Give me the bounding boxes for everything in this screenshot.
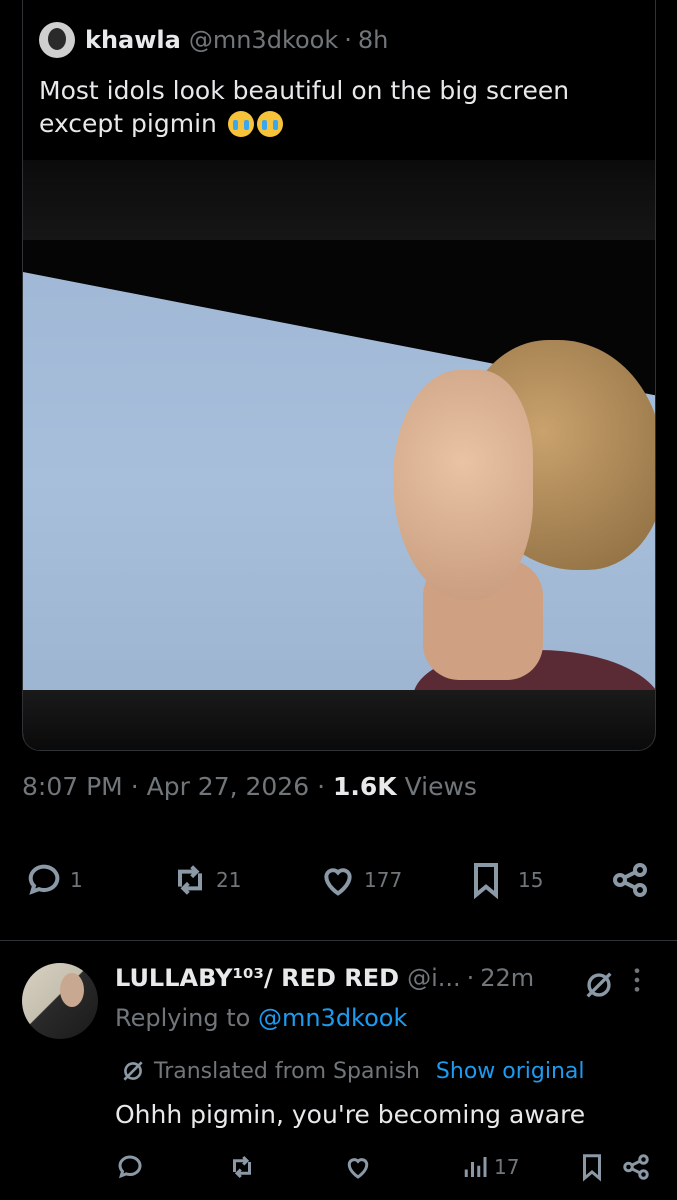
replying-to-label: Replying to <box>115 1004 251 1032</box>
separator-dot: · <box>466 964 475 992</box>
translated-from-label: Translated from Spanish <box>154 1058 420 1084</box>
author-name[interactable]: khawla <box>85 26 181 54</box>
tweet-timestamp[interactable]: 8:07 PM <box>22 772 123 801</box>
share-button[interactable] <box>621 1152 651 1182</box>
grok-icon <box>586 972 612 998</box>
like-button[interactable]: 177 <box>318 860 402 900</box>
reply-author-handle[interactable]: @i... <box>407 964 461 992</box>
reply-view-count: 17 <box>494 1155 520 1179</box>
heart-icon <box>347 1158 369 1179</box>
loudly-crying-emoji-icon <box>227 111 254 137</box>
separator-dot: · <box>317 772 333 801</box>
stage-ceiling <box>23 160 655 240</box>
post-time[interactable]: 8h <box>358 26 388 54</box>
reply-icon <box>118 1155 142 1179</box>
bookmark-count: 15 <box>518 868 544 892</box>
reply-icon <box>28 864 60 895</box>
reply-action-bar: 17 <box>115 1152 655 1188</box>
separator-dot: · <box>344 26 352 54</box>
like-count: 177 <box>364 868 403 892</box>
reply-author-name[interactable]: LULLABY¹⁰³/ RED RED <box>115 964 399 992</box>
translation-notice: Translated from Spanish Show original <box>120 1058 585 1084</box>
repost-button[interactable]: 21 <box>170 860 241 900</box>
more-options-button[interactable] <box>630 966 644 998</box>
quoted-tweet-header: khawla @mn3dkook · 8h <box>39 22 388 58</box>
reply-time[interactable]: 22m <box>480 964 534 992</box>
like-button[interactable] <box>343 1152 373 1182</box>
divider <box>0 940 677 941</box>
avatar[interactable] <box>39 22 75 58</box>
person-on-screen <box>393 340 655 750</box>
reply-avatar[interactable] <box>22 963 98 1039</box>
share-button[interactable] <box>610 860 650 900</box>
bookmark-button[interactable]: 15 <box>466 860 543 900</box>
views-chart-icon <box>464 1157 487 1177</box>
loudly-crying-emoji-icon <box>256 111 283 137</box>
reply-count: 1 <box>70 868 83 892</box>
tweet-media-image[interactable] <box>23 160 655 750</box>
separator-dot: · <box>130 772 147 801</box>
views-count: 1.6K <box>332 772 397 801</box>
tweet-action-bar: 1 21 177 15 <box>22 860 654 904</box>
tweet-text: Most idols look beautiful on the big scr… <box>39 74 639 140</box>
bookmark-icon <box>474 863 498 900</box>
reply-button[interactable]: 1 <box>24 860 83 900</box>
repost-button[interactable] <box>227 1152 257 1182</box>
grok-button[interactable] <box>582 968 616 1006</box>
grok-icon <box>123 1061 143 1081</box>
replying-to: Replying to @mn3dkook <box>115 1004 407 1032</box>
share-icon <box>613 863 647 897</box>
bookmark-icon <box>583 1154 601 1182</box>
repost-icon <box>233 1155 251 1179</box>
views-button[interactable]: 17 <box>460 1152 519 1182</box>
quoted-tweet-card[interactable]: khawla @mn3dkook · 8h Most idols look be… <box>22 0 656 751</box>
repost-icon <box>178 865 202 895</box>
reply-text: Ohhh pigmin, you're becoming aware <box>115 1100 586 1129</box>
show-original-link[interactable]: Show original <box>436 1059 585 1084</box>
tweet-meta: 8:07 PM · Apr 27, 2026 · 1.6K Views <box>22 772 477 801</box>
replying-to-handle[interactable]: @mn3dkook <box>258 1004 407 1032</box>
heart-icon <box>324 868 352 896</box>
share-icon <box>623 1154 649 1180</box>
views-label: Views <box>404 772 477 801</box>
author-handle[interactable]: @mn3dkook <box>189 26 338 54</box>
reply-button[interactable] <box>115 1152 145 1182</box>
stage-floor <box>23 690 655 750</box>
repost-count: 21 <box>216 868 242 892</box>
tweet-text-body: Most idols look beautiful on the big scr… <box>39 76 570 138</box>
bookmark-button[interactable] <box>577 1152 607 1182</box>
reply-header: LULLABY¹⁰³/ RED RED @i... · 22m <box>115 964 534 992</box>
tweet-date[interactable]: Apr 27, 2026 <box>147 772 310 801</box>
more-dots-icon <box>634 968 640 992</box>
